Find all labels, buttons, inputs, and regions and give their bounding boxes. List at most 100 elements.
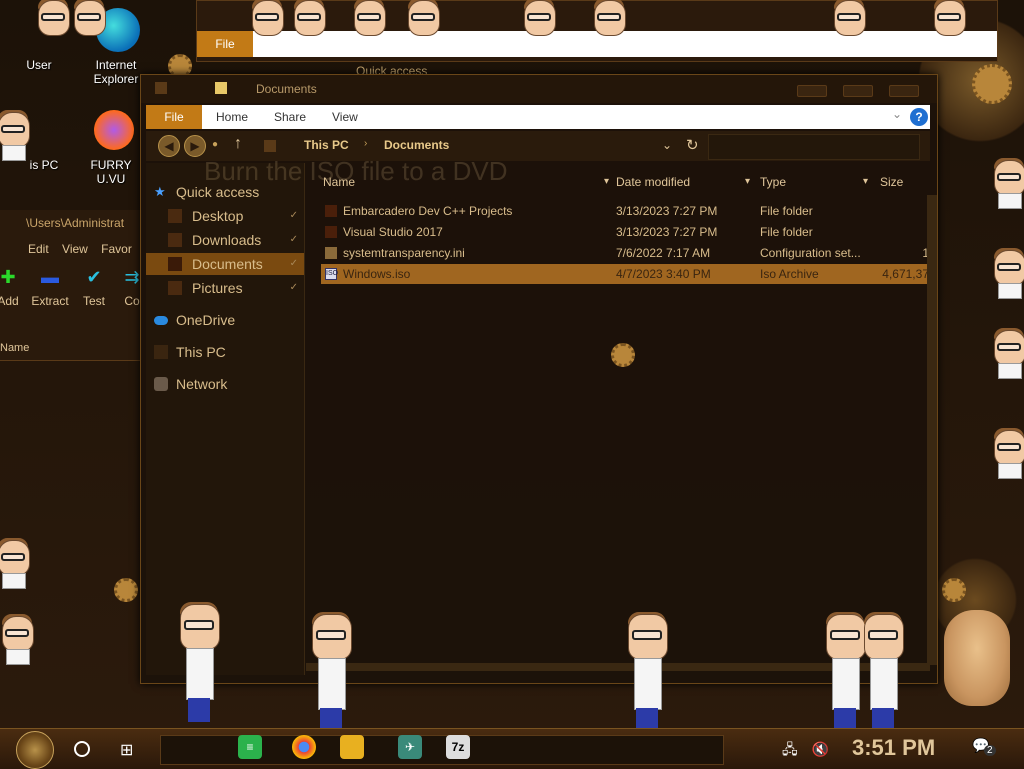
sidebar-item-network[interactable]: Network [146, 373, 304, 395]
close-button[interactable] [889, 85, 919, 97]
iso-file-icon: ISO [325, 268, 338, 280]
file-row[interactable]: systemtransparency.ini 7/6/2022 7:17 AM … [321, 243, 930, 263]
chevron-down-icon: ▾ [603, 176, 609, 187]
chevron-down-icon: ▾ [862, 176, 868, 187]
network-icon [154, 377, 168, 391]
7zip-menu-favorites[interactable]: Favor [101, 242, 132, 256]
desktop-icon-this-pc[interactable]: is PC [22, 158, 66, 172]
gear-icon [942, 578, 966, 602]
tab-share[interactable]: Share [274, 105, 306, 129]
file-explorer-icon[interactable] [340, 735, 364, 759]
computer-icon [154, 345, 168, 359]
search-input[interactable] [708, 134, 920, 160]
cartoon-character [860, 612, 906, 732]
breadcrumb-documents[interactable]: Documents [384, 138, 449, 152]
check-icon: ✔ [86, 267, 102, 287]
file-row-selected[interactable]: ISO Windows.iso 4/7/2023 3:40 PM Iso Arc… [321, 264, 930, 284]
tab-view[interactable]: View [332, 105, 358, 129]
maximize-button[interactable] [843, 85, 873, 97]
sidebar-item-downloads[interactable]: Downloads ✓ [146, 229, 304, 251]
recent-locations-icon[interactable]: ● [212, 139, 218, 150]
task-view-icon[interactable]: ⊞ [120, 740, 133, 760]
ribbon-expand-chevron-icon[interactable]: ⌄ [892, 107, 902, 121]
7zip-menu-edit[interactable]: Edit [28, 242, 49, 256]
sidebar-item-this-pc[interactable]: This PC [146, 341, 304, 363]
tab-file[interactable]: File [146, 105, 202, 129]
media-app-icon[interactable]: ✈ [398, 735, 422, 759]
file-row[interactable]: Embarcadero Dev C++ Projects 3/13/2023 7… [321, 201, 930, 221]
help-button[interactable]: ? [910, 108, 928, 126]
7zip-add-button[interactable]: ✚ Add [0, 266, 28, 308]
sidebar-item-pictures[interactable]: Pictures ✓ [146, 277, 304, 299]
sidebar-item-desktop[interactable]: Desktop ✓ [146, 205, 304, 227]
pin-icon: ✓ [289, 210, 298, 221]
back-button[interactable]: ◀ [158, 135, 180, 157]
documents-folder-icon [168, 257, 182, 271]
cartoon-character [34, 0, 72, 48]
cartoon-character [990, 248, 1024, 299]
breadcrumb-this-pc[interactable]: This PC [304, 138, 349, 152]
column-header-type[interactable]: Type ▾ [760, 171, 872, 193]
cartoon-character [990, 428, 1024, 479]
cartoon-character [290, 0, 328, 48]
7zip-taskbar-icon[interactable]: 7z [446, 735, 470, 759]
7zip-menu-view[interactable]: View [62, 242, 88, 256]
search-circle-icon[interactable] [74, 741, 90, 757]
column-header-date-modified[interactable]: Date modified ▾ [616, 171, 754, 193]
desktop-icon-furry-uvu[interactable]: FURRY U.VU [84, 158, 138, 186]
settings-file-icon [325, 247, 337, 259]
7zip-menu: Edit View Favor [28, 242, 142, 256]
spreadsheet-app-icon[interactable]: ≡ [238, 735, 262, 759]
vertical-scrollbar[interactable] [927, 195, 937, 665]
start-button[interactable] [16, 731, 54, 769]
gear-icon [972, 64, 1012, 104]
busy-cursor-gear-icon [611, 343, 635, 367]
file-row[interactable]: Visual Studio 2017 3/13/2023 7:27 PM Fil… [321, 222, 930, 242]
desktop: File Quick access User Internet Explorer… [0, 0, 1024, 732]
quick-access-folder-icon[interactable] [215, 82, 227, 94]
ribbon: File Home Share View ⌄ ? [146, 105, 930, 129]
sidebar-item-documents[interactable]: Documents ✓ [146, 253, 304, 275]
address-dropdown-icon[interactable]: ⌄ [662, 138, 672, 152]
background-file-tab[interactable]: File [197, 31, 253, 57]
this-pc-icon [264, 140, 276, 152]
up-arrow-icon[interactable]: ↑ [234, 135, 242, 153]
forward-button[interactable]: ▶ [184, 135, 206, 157]
desktop-icon-internet-explorer[interactable]: Internet Explorer [86, 58, 146, 86]
cartoon-character [830, 0, 868, 48]
refresh-icon[interactable]: ↻ [686, 136, 699, 154]
folder-icon [325, 205, 337, 217]
desktop-folder-icon [168, 209, 182, 223]
hamster-mascot [944, 610, 1010, 706]
pin-icon: ✓ [289, 258, 298, 269]
minimize-button[interactable] [797, 85, 827, 97]
cartoon-character [0, 614, 36, 665]
breadcrumb-separator-icon[interactable]: › [364, 138, 367, 149]
tab-home[interactable]: Home [216, 105, 248, 129]
firefox-icon[interactable] [94, 110, 134, 150]
cartoon-character [930, 0, 968, 48]
column-header-size[interactable]: Size [880, 171, 930, 193]
7zip-name-column[interactable]: Name [0, 342, 140, 361]
cloud-icon [154, 316, 168, 325]
title-bar: Documents [141, 75, 937, 103]
7zip-toolbar: ✚ Add ▬ Extract ✔ Test ⇉ Co [0, 266, 140, 314]
minus-icon: ▬ [41, 267, 59, 287]
network-icon[interactable]: 🖧 [782, 741, 798, 757]
sidebar-item-onedrive[interactable]: OneDrive [146, 309, 304, 331]
folder-icon [325, 226, 337, 238]
cartoon-character [590, 0, 628, 48]
7zip-extract-button[interactable]: ▬ Extract [30, 266, 70, 308]
volume-muted-icon[interactable]: 🔇 [812, 741, 829, 757]
address-bar[interactable]: This PC › Documents ⌄ ↻ [258, 134, 699, 158]
desktop-icon-user[interactable]: User [14, 58, 64, 72]
cartoon-character [308, 612, 354, 732]
taskbar-clock[interactable]: 3:51 PM [852, 735, 935, 761]
7zip-test-button[interactable]: ✔ Test [74, 266, 114, 308]
system-tray: 🖧 🔇 [782, 739, 829, 763]
navigation-pane: ★ Quick access Desktop ✓ Downloads ✓ Doc… [146, 163, 305, 675]
star-icon: ★ [154, 184, 166, 199]
chrome-icon[interactable] [292, 735, 316, 759]
notification-center-icon[interactable]: 💬 2 [972, 737, 996, 759]
window-title: Documents [256, 82, 317, 96]
